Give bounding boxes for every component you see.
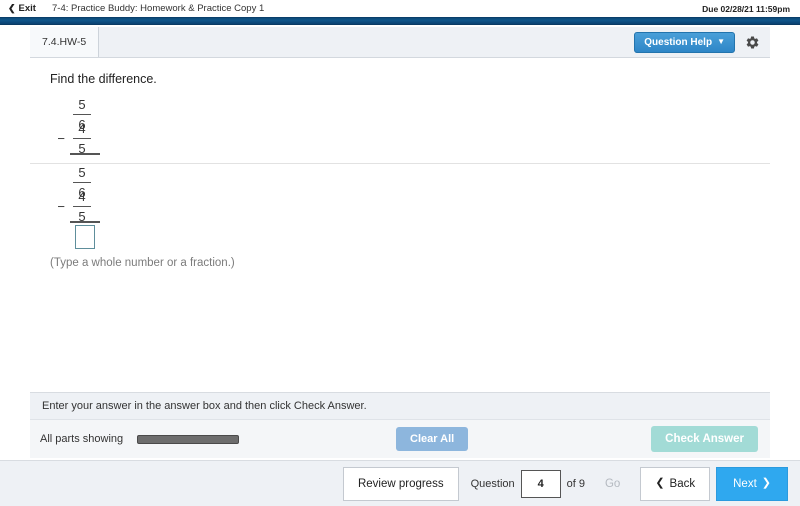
answer-action-bar: Enter your answer in the answer box and …: [30, 392, 770, 458]
answer-actions-row: All parts showing Clear All Check Answer: [30, 420, 770, 458]
question-help-button[interactable]: Question Help ▼: [634, 31, 735, 53]
denominator: 5: [78, 140, 86, 156]
fraction-bar: [73, 205, 91, 207]
statement-operator-second: −: [57, 130, 65, 146]
exercise-panel: 7.4.HW-5 Question Help ▼ Find the differ…: [30, 27, 770, 506]
parts-progress-bar[interactable]: [137, 434, 240, 444]
work-fraction-second: 4 5: [70, 190, 94, 223]
fraction-bar: [73, 137, 91, 139]
bottom-navigation-bar: Review progress Question of 9 Go ❮ Back …: [0, 460, 800, 506]
question-navigator: Question of 9: [465, 469, 591, 498]
next-button[interactable]: Next ❯: [716, 466, 788, 501]
next-label: Next: [733, 477, 757, 490]
arrow-left-icon: ❮: [655, 477, 665, 489]
exit-label: Exit: [18, 3, 36, 14]
numerator: 4: [78, 120, 86, 136]
exit-button[interactable]: ❮ Exit: [8, 3, 36, 14]
work-operator-second: −: [57, 198, 65, 214]
app-header: ❮ Exit 7-4: Practice Buddy: Homework & P…: [0, 0, 800, 17]
chevron-left-icon: ❮: [8, 2, 16, 13]
question-number-input[interactable]: [520, 469, 561, 498]
answer-input[interactable]: [75, 225, 95, 249]
problem-prompt: Find the difference.: [50, 72, 157, 86]
numerator: 5: [78, 96, 86, 112]
tab-strip-actions: Question Help ▼: [634, 27, 770, 57]
back-label: Back: [669, 477, 696, 490]
question-label: Question: [470, 477, 515, 490]
assignment-title: 7-4: Practice Buddy: Homework & Practice…: [52, 3, 265, 14]
fraction-bar: [73, 181, 91, 183]
go-label: Go: [604, 477, 621, 490]
parts-status-label: All parts showing: [40, 433, 124, 445]
clear-all-button[interactable]: Clear All: [396, 427, 469, 451]
tab-exercise-id-label: 7.4.HW-5: [42, 36, 87, 48]
question-total-label: of 9: [566, 477, 585, 490]
review-progress-label: Review progress: [357, 477, 444, 490]
statement-row-second: − 4 5: [54, 122, 770, 155]
problem-body: Find the difference. 5 6 − 4 5 5 6 − 4 5…: [30, 58, 770, 269]
due-date: Due 02/28/21 11:59pm: [702, 3, 790, 14]
header-accent-band: [0, 17, 800, 25]
numerator: 4: [78, 188, 86, 204]
answer-format-hint: (Type a whole number or a fraction.): [50, 257, 235, 269]
arrow-right-icon: ❯: [761, 477, 771, 489]
work-row-first: 5 6: [54, 166, 770, 199]
gear-icon[interactable]: [745, 35, 760, 50]
question-help-label: Question Help: [644, 36, 713, 48]
back-button[interactable]: ❮ Back: [640, 466, 711, 501]
chevron-down-icon: ▼: [717, 37, 725, 46]
check-answer-button[interactable]: Check Answer: [651, 426, 758, 452]
answer-work-expression: 5 6 − 4 5: [30, 164, 770, 249]
statement-row-first: 5 6: [54, 98, 770, 131]
fraction-bar: [73, 113, 91, 115]
tab-exercise-id[interactable]: 7.4.HW-5: [30, 27, 100, 57]
answer-instruction: Enter your answer in the answer box and …: [30, 393, 770, 420]
go-button[interactable]: Go: [590, 466, 635, 501]
denominator: 5: [78, 208, 86, 224]
review-progress-button[interactable]: Review progress: [342, 466, 459, 501]
problem-statement-expression: 5 6 − 4 5: [30, 98, 770, 155]
exercise-tab-strip: 7.4.HW-5 Question Help ▼: [30, 27, 770, 58]
work-row-second: − 4 5: [54, 190, 770, 223]
statement-fraction-second: 4 5: [70, 122, 94, 155]
numerator: 5: [78, 164, 86, 180]
